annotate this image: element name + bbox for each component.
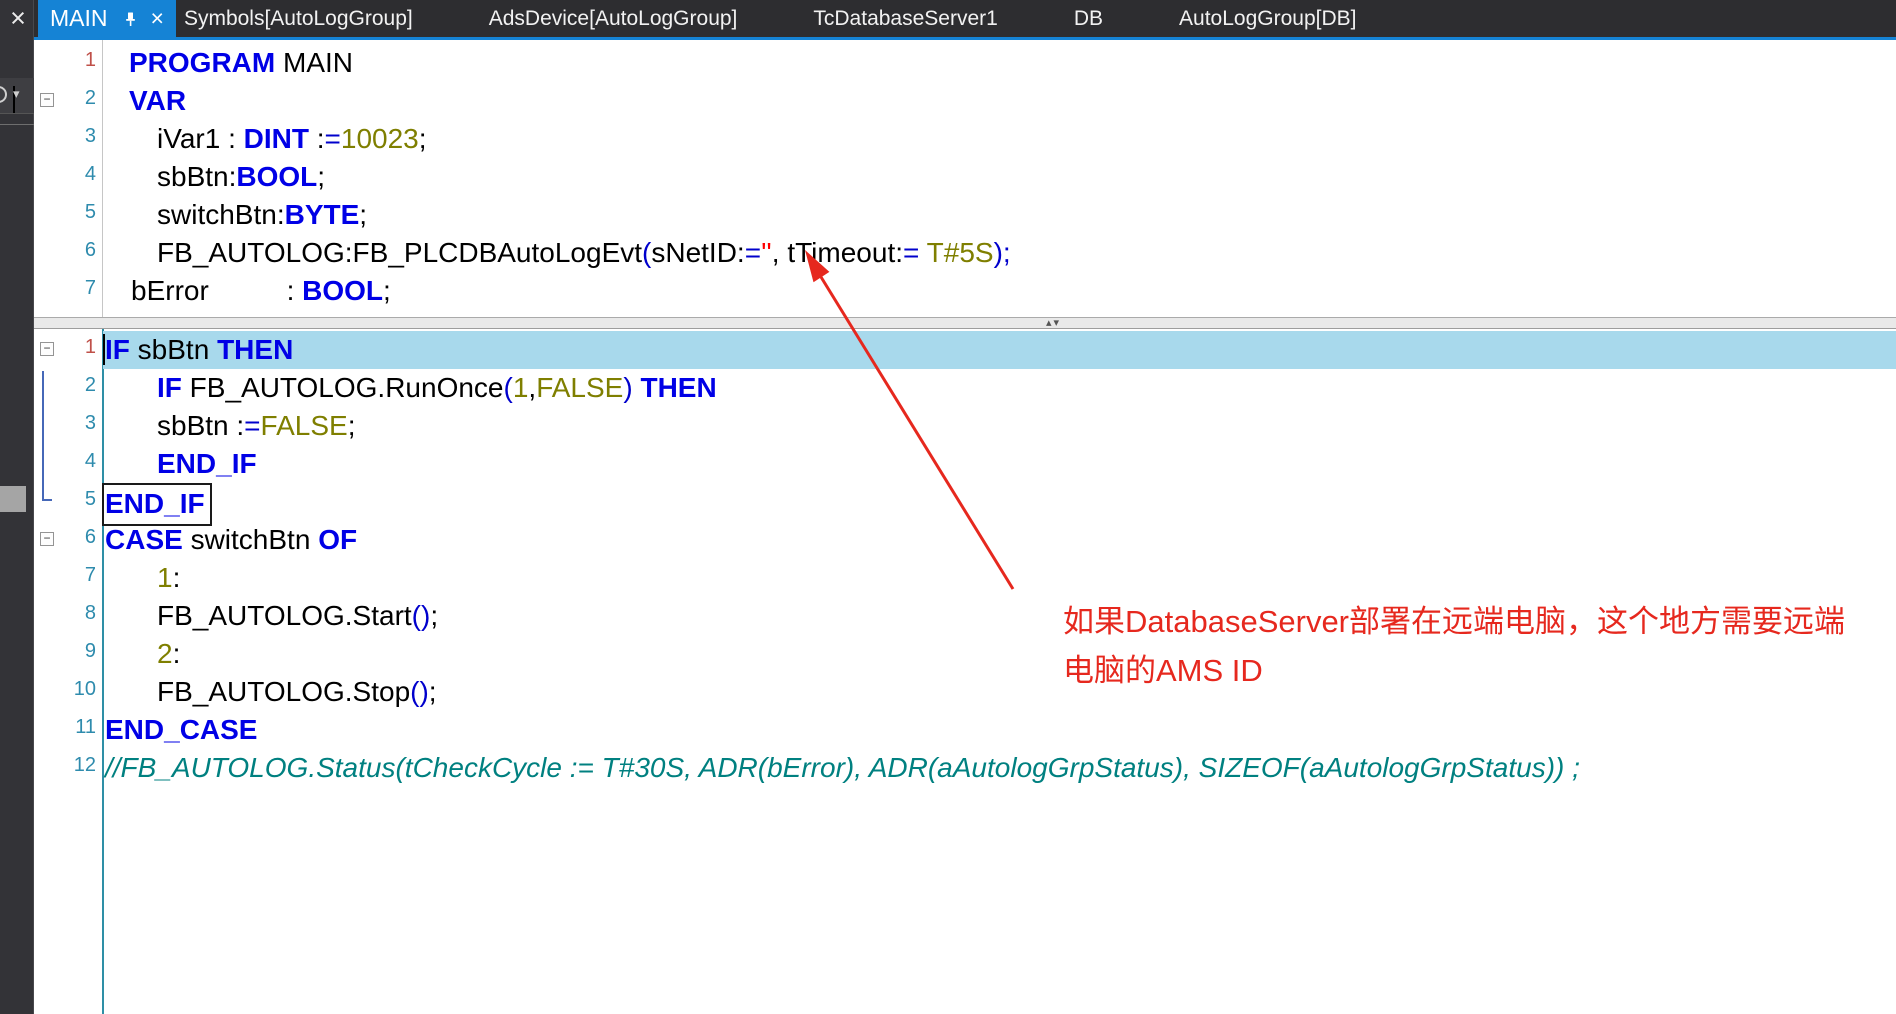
- code-line[interactable]: 12 //FB_AUTOLOG.Status(tCheckCycle := T#3…: [34, 749, 1896, 787]
- code-text: END_IF: [102, 483, 212, 526]
- code-line[interactable]: 7 1:: [34, 559, 1896, 597]
- pin-icon[interactable]: [123, 11, 138, 27]
- code-text: iVar1 : DINT :=10023;: [157, 120, 427, 158]
- panel-close-button[interactable]: ×: [4, 2, 32, 34]
- code-text: END_IF: [157, 445, 257, 483]
- code-text: 1:: [157, 559, 180, 597]
- code-text: FB_AUTOLOG.Start();: [157, 597, 438, 635]
- line-number: 2: [34, 369, 96, 401]
- line-number: 1: [34, 44, 96, 76]
- code-line[interactable]: 2 IF FB_AUTOLOG.RunOnce(1,FALSE) THEN: [34, 369, 1896, 407]
- tab-main-close-icon[interactable]: ×: [151, 0, 164, 37]
- code-text: bError : BOOL;: [131, 272, 391, 310]
- code-text: END_CASE: [105, 711, 257, 749]
- code-line[interactable]: 5END_IF: [34, 483, 1896, 521]
- annotation-text: 如果DatabaseServer部署在远端电脑，这个地方需要远端 电脑的AMS …: [1063, 597, 1845, 695]
- code-line[interactable]: 6−CASE switchBtn OF: [34, 521, 1896, 559]
- line-number: 11: [34, 711, 96, 743]
- tab-db[interactable]: DB: [1074, 0, 1103, 37]
- code-text: sbBtn:BOOL;: [157, 158, 325, 196]
- panel-dropdown-button[interactable]: ▾: [0, 78, 34, 114]
- line-number: 4: [34, 445, 96, 477]
- line-number: 12: [34, 749, 96, 781]
- code-line[interactable]: 4 END_IF: [34, 445, 1896, 483]
- line-number: 3: [34, 407, 96, 439]
- tab-adsdevice-autologgroup[interactable]: AdsDevice[AutoLogGroup]: [489, 0, 738, 37]
- code-text: FB_AUTOLOG:FB_PLCDBAutoLogEvt(sNetID:=''…: [157, 234, 1011, 272]
- code-text: 2:: [157, 635, 180, 673]
- code-text: //FB_AUTOLOG.Status(tCheckCycle := T#30S…: [105, 749, 1580, 787]
- line-number: 8: [34, 597, 96, 629]
- line-number: 7: [34, 272, 96, 304]
- code-text: PROGRAM MAIN: [129, 44, 353, 82]
- splitter-grip-icon[interactable]: ▴▾: [1046, 316, 1061, 329]
- panel-divider: [0, 124, 34, 125]
- plc-editor-window: × ▾ MAIN × Symbols[AutoLogGroup] A: [0, 0, 1896, 1014]
- annotation-text-line2: 电脑的AMS ID: [1063, 646, 1845, 695]
- line-number: 6: [34, 234, 96, 266]
- code-text: CASE switchBtn OF: [105, 521, 357, 559]
- code-line[interactable]: 7 bError : BOOL;: [34, 272, 1896, 310]
- tab-main[interactable]: MAIN ×: [38, 0, 176, 37]
- code-text: IF FB_AUTOLOG.RunOnce(1,FALSE) THEN: [157, 369, 717, 407]
- line-number: 9: [34, 635, 96, 667]
- line-number: 7: [34, 559, 96, 591]
- annotation-text-line1: 如果DatabaseServer部署在远端电脑，这个地方需要远端: [1063, 597, 1845, 646]
- code-line[interactable]: 6 FB_AUTOLOG:FB_PLCDBAutoLogEvt(sNetID:='…: [34, 234, 1896, 272]
- panel-dropdown-icon: [0, 86, 7, 103]
- fold-marker[interactable]: −: [40, 93, 54, 107]
- selected-line-highlight: [103, 331, 1896, 369]
- code-line[interactable]: 2−VAR: [34, 82, 1896, 120]
- code-line[interactable]: 3 iVar1 : DINT :=10023;: [34, 120, 1896, 158]
- code-text: VAR: [129, 82, 186, 120]
- code-line[interactable]: 5 switchBtn:BYTE;: [34, 196, 1896, 234]
- editor-splitter[interactable]: ▴▾: [34, 317, 1896, 329]
- line-number: 3: [34, 120, 96, 152]
- code-line[interactable]: 3 sbBtn :=FALSE;: [34, 407, 1896, 445]
- code-text: switchBtn:BYTE;: [157, 196, 367, 234]
- code-line[interactable]: 1−IF sbBtn THEN: [34, 331, 1896, 369]
- fold-marker[interactable]: −: [40, 342, 54, 356]
- declaration-editor[interactable]: 1PROGRAM MAIN2−VAR3iVar1 : DINT :=10023;…: [34, 40, 1896, 317]
- line-number: 5: [34, 196, 96, 228]
- code-line[interactable]: 4 sbBtn:BOOL;: [34, 158, 1896, 196]
- tab-symbols-autologgroup[interactable]: Symbols[AutoLogGroup]: [184, 0, 413, 37]
- fold-marker[interactable]: −: [40, 532, 54, 546]
- left-panel-strip: × ▾: [0, 0, 34, 1014]
- code-text: FB_AUTOLOG.Stop();: [157, 673, 437, 711]
- code-line[interactable]: 11 END_CASE: [34, 711, 1896, 749]
- left-strip-square: [0, 486, 26, 512]
- chevron-down-icon: ▾: [13, 86, 15, 114]
- tab-autologgroup-db[interactable]: AutoLogGroup[DB]: [1179, 0, 1356, 37]
- code-text: IF sbBtn THEN: [105, 331, 293, 369]
- tab-tcdatabaseserver1[interactable]: TcDatabaseServer1: [813, 0, 997, 37]
- code-text: sbBtn :=FALSE;: [157, 407, 355, 445]
- document-tab-bar: MAIN × Symbols[AutoLogGroup] AdsDevice[A…: [34, 0, 1896, 37]
- line-number: 10: [34, 673, 96, 705]
- line-number: 5: [34, 483, 96, 515]
- line-number: 4: [34, 158, 96, 190]
- code-line[interactable]: 1 PROGRAM MAIN: [34, 44, 1896, 82]
- tab-main-label: MAIN: [50, 5, 108, 32]
